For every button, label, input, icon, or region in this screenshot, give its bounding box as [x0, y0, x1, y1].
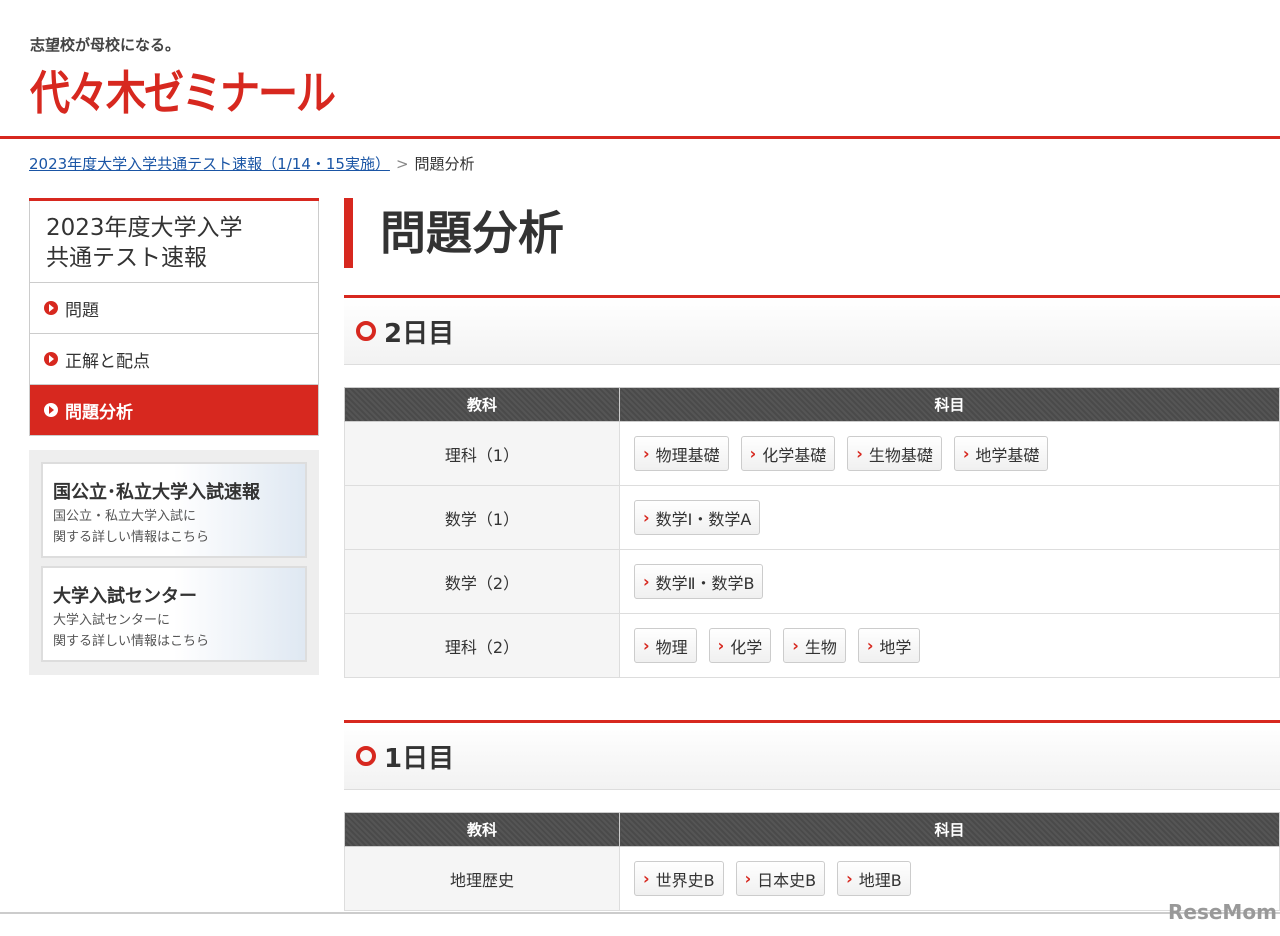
subject-link-label: 生物 [804, 637, 837, 657]
chevron-right-icon: › [643, 444, 650, 463]
subject-table: 教科 科目 地理歴史 › 世界史B › 日本史B › 地理B [344, 812, 1280, 911]
chevron-right-icon: › [643, 572, 650, 591]
banner-exam-center[interactable]: 大学入試センター大学入試センターに関する詳しい情報はこちら [41, 566, 307, 662]
sidebar-item-label: 正解と配点 [65, 351, 150, 372]
chevron-right-icon: › [792, 636, 799, 655]
watermark: ReseMom [1168, 900, 1277, 924]
section-heading: 1日目 [344, 720, 1280, 790]
subject-link-button[interactable]: › 数学Ⅰ・数学A [634, 500, 761, 535]
subject-cell: 理科（2） [344, 613, 620, 678]
subject-link-button[interactable]: › 日本史B [735, 861, 826, 896]
subject-table: 教科 科目 理科（1） › 物理基礎 › 化学基礎 › 生物基礎 › 地学基礎 数学（1） › 数学Ⅰ・数… [344, 387, 1280, 678]
chevron-right-icon: › [749, 444, 757, 463]
banner-area: 国公立･私立大学入試速報国公立・私立大学入試に 関する詳しい情報はこちら 大学入試… [29, 450, 319, 675]
banner-sub: 関する詳しい情報はこちら [53, 530, 210, 545]
subject-link-button[interactable]: › 生物基礎 [847, 436, 942, 471]
sidebar-title-line: 2023年度大学入学 [46, 215, 243, 241]
subject-cell: 地理歴史 [344, 846, 620, 911]
subject-link-label: 日本史B [757, 870, 817, 890]
subject-link-label: 物理 [655, 637, 688, 657]
subject-link-label: 数学Ⅱ・数学B [655, 573, 755, 593]
subject-link-label: 地学基礎 [975, 445, 1040, 465]
subject-link-label: 生物基礎 [868, 445, 933, 465]
subject-link-button[interactable]: › 化学 [708, 628, 772, 663]
subject-link-button[interactable]: › 数学Ⅱ・数学B [634, 564, 764, 599]
sidebar-item-mondai[interactable]: 問題 [29, 283, 319, 334]
column-header: 教科 [344, 387, 620, 422]
column-header: 教科 [344, 812, 620, 847]
section-heading-text: 1日目 [384, 743, 455, 774]
sidebar-item-seikai[interactable]: 正解と配点 [29, 334, 319, 385]
logo[interactable]: 代々木ゼミナール [30, 56, 336, 123]
section-heading-text: 2日目 [384, 318, 455, 349]
subject-link-button[interactable]: › 地理B [837, 861, 911, 896]
subject-cell: 数学（2） [344, 549, 620, 614]
subject-link-button[interactable]: › 地学基礎 [953, 436, 1049, 471]
chevron-right-icon: › [856, 444, 863, 463]
sidebar: 2023年度大学入学 共通テスト速報 問題 正解と配点 問題分析 [29, 198, 319, 436]
table-row: 理科（1） › 物理基礎 › 化学基礎 › 生物基礎 › 地学基礎 [344, 421, 1280, 486]
sidebar-title: 2023年度大学入学 共通テスト速報 [29, 201, 319, 283]
subject-link-label: 数学Ⅰ・数学A [655, 509, 752, 529]
table-row: 数学（1） › 数学Ⅰ・数学A [344, 485, 1280, 550]
main-content: 問題分析 2日目 教科 科目 理科（1） › 物理基礎 › 化学基礎 › 生物基礎 › 地学基礎 数学… [344, 198, 1280, 911]
breadcrumb: 2023年度大学入学共通テスト速報（1/14・15実施） > 問題分析 [29, 153, 475, 174]
subject-link-button[interactable]: › 地学 [857, 628, 921, 663]
chevron-right-icon: › [744, 869, 752, 888]
chevron-right-icon: › [643, 869, 650, 888]
subject-link-label: 物理基礎 [655, 445, 720, 465]
subject-cell: 理科（1） [344, 421, 620, 486]
ring-icon [356, 746, 376, 766]
subject-link-label: 地理B [858, 870, 902, 890]
page-title: 問題分析 [344, 198, 1280, 268]
play-circle-icon [44, 352, 58, 366]
chevron-right-icon: › [643, 636, 650, 655]
sidebar-item-label: 問題 [65, 300, 99, 321]
banner-title: 大学入試センター [53, 586, 197, 607]
subject-link-button[interactable]: › 世界史B [634, 861, 724, 896]
sidebar-item-bunseki[interactable]: 問題分析 [29, 385, 319, 436]
subject-link-button[interactable]: › 生物 [783, 628, 846, 663]
banner-university-exam[interactable]: 国公立･私立大学入試速報国公立・私立大学入試に 関する詳しい情報はこちら [41, 462, 307, 558]
table-row: 数学（2） › 数学Ⅱ・数学B [344, 549, 1280, 614]
column-header: 科目 [619, 812, 1280, 847]
column-header: 科目 [619, 387, 1280, 422]
subject-link-label: 化学 [730, 637, 763, 657]
subject-link-label: 化学基礎 [762, 445, 827, 465]
banner-title: 国公立･私立大学入試速報 [53, 482, 260, 503]
subject-cell: 数学（1） [344, 485, 620, 550]
links-cell: › 数学Ⅱ・数学B [619, 549, 1280, 614]
chevron-right-icon: › [866, 636, 874, 655]
banner-sub: 国公立・私立大学入試に [53, 509, 197, 524]
subject-link-button[interactable]: › 化学基礎 [740, 436, 836, 471]
subject-link-label: 世界史B [655, 870, 715, 890]
chevron-right-icon: › [717, 636, 725, 655]
subject-link-label: 地学 [879, 637, 912, 657]
links-cell: › 数学Ⅰ・数学A [619, 485, 1280, 550]
section-heading: 2日目 [344, 295, 1280, 365]
breadcrumb-parent-link[interactable]: 2023年度大学入学共通テスト速報（1/14・15実施） [29, 155, 390, 173]
subject-link-button[interactable]: › 物理基礎 [634, 436, 729, 471]
bottom-bar [0, 912, 1280, 936]
links-cell: › 物理 › 化学 › 生物 › 地学 [619, 613, 1280, 678]
chevron-right-icon: > [395, 155, 409, 173]
subject-link-button[interactable]: › 物理 [634, 628, 697, 663]
chevron-right-icon: › [643, 508, 650, 527]
chevron-right-icon: › [962, 444, 970, 463]
breadcrumb-current: 問題分析 [414, 155, 475, 173]
tagline: 志望校が母校になる。 [30, 36, 181, 54]
header-divider [0, 136, 1280, 139]
table-row: 理科（2） › 物理 › 化学 › 生物 › 地学 [344, 613, 1280, 678]
sidebar-title-line: 共通テスト速報 [46, 245, 207, 271]
play-circle-icon [44, 403, 58, 417]
sidebar-item-label: 問題分析 [65, 402, 133, 423]
play-circle-icon [44, 301, 58, 315]
banner-sub: 関する詳しい情報はこちら [53, 634, 210, 649]
ring-icon [356, 321, 376, 341]
table-row: 地理歴史 › 世界史B › 日本史B › 地理B [344, 846, 1280, 911]
chevron-right-icon: › [846, 869, 853, 888]
banner-sub: 大学入試センターに [53, 613, 171, 628]
links-cell: › 物理基礎 › 化学基礎 › 生物基礎 › 地学基礎 [619, 421, 1280, 486]
